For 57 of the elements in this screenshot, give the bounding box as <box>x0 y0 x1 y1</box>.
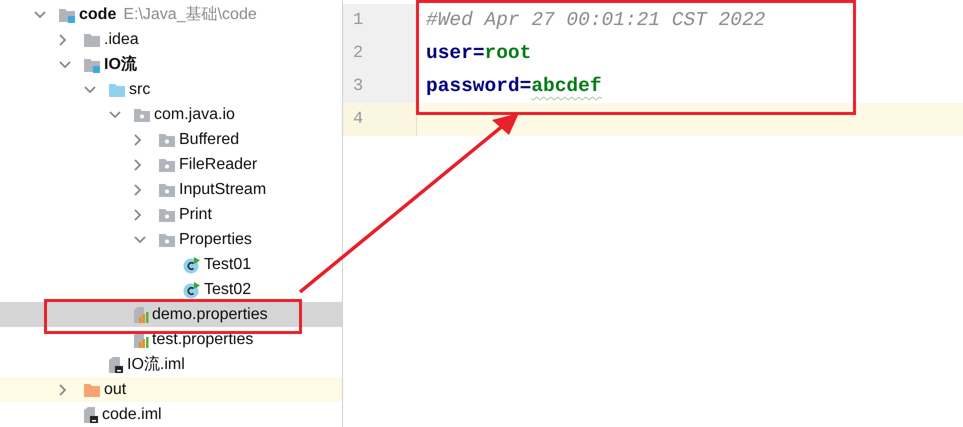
project-path: E:\Java_基础\code <box>123 4 257 24</box>
item-label: InputStream <box>179 180 266 200</box>
tree-item[interactable]: demo.properties <box>0 302 342 327</box>
item-label: out <box>104 380 126 400</box>
chevron-right-icon[interactable] <box>134 134 142 146</box>
item-label: Test01 <box>204 254 252 274</box>
tree-item[interactable]: .idea <box>0 27 342 52</box>
chevron-down-icon[interactable] <box>84 86 96 94</box>
item-label: code <box>79 4 116 24</box>
tree-item[interactable]: IO流.iml <box>0 352 342 377</box>
tree-item[interactable]: test.properties <box>0 327 342 352</box>
code-token: #Wed Apr 27 00:01:21 CST 2022 <box>426 8 766 33</box>
code-token: root <box>484 40 532 66</box>
item-label: test.properties <box>152 330 254 350</box>
tree-item[interactable]: Test02 <box>0 277 342 302</box>
code-token: = <box>472 40 485 66</box>
chevron-down-icon[interactable] <box>109 110 121 118</box>
item-label: code.iml <box>102 404 162 424</box>
tree-item[interactable]: FileReader <box>0 152 342 177</box>
item-label: Buffered <box>179 130 240 150</box>
chevron-down-icon[interactable] <box>34 10 46 18</box>
chevron-right-icon[interactable] <box>59 384 67 396</box>
tree-item[interactable]: IO流 <box>0 52 342 77</box>
tree-item[interactable]: Buffered <box>0 127 342 152</box>
item-label: IO流.iml <box>127 354 185 374</box>
chevron-right-icon[interactable] <box>134 158 142 170</box>
chevron-right-icon[interactable] <box>59 34 67 46</box>
item-label: com.java.io <box>154 104 235 124</box>
item-label: FileReader <box>179 154 258 174</box>
item-label: Test02 <box>204 280 252 300</box>
chevron-down-icon[interactable] <box>59 60 71 68</box>
tree-item[interactable]: Test01 <box>0 252 342 277</box>
code-token: = <box>520 74 532 99</box>
code-token: user <box>426 40 473 66</box>
tree-item[interactable]: Print <box>0 202 342 227</box>
item-label: IO流 <box>104 54 137 74</box>
chevron-down-icon[interactable] <box>134 236 146 244</box>
tree-item[interactable]: code E:\Java_基础\code <box>0 2 342 27</box>
tree-item[interactable]: src <box>0 77 342 102</box>
item-label: demo.properties <box>152 304 268 324</box>
item-label: Print <box>179 204 212 224</box>
line-number: 3 <box>353 76 364 98</box>
line-number: 1 <box>353 10 364 32</box>
chevron-right-icon[interactable] <box>134 208 142 220</box>
item-label: Properties <box>179 230 252 250</box>
code-token: password <box>426 74 520 99</box>
item-label: src <box>129 80 150 100</box>
tree-item[interactable]: InputStream <box>0 177 342 202</box>
tree-item[interactable]: out <box>0 377 342 402</box>
item-label: .idea <box>104 30 139 50</box>
line-number: 4 <box>353 108 364 131</box>
line-number: 2 <box>353 42 364 65</box>
tree-item[interactable]: Properties <box>0 227 342 252</box>
chevron-right-icon[interactable] <box>134 184 142 196</box>
tree-item[interactable]: code.iml <box>0 402 342 427</box>
code-token: abcdef <box>531 74 602 99</box>
tree-item[interactable]: com.java.io <box>0 102 342 127</box>
